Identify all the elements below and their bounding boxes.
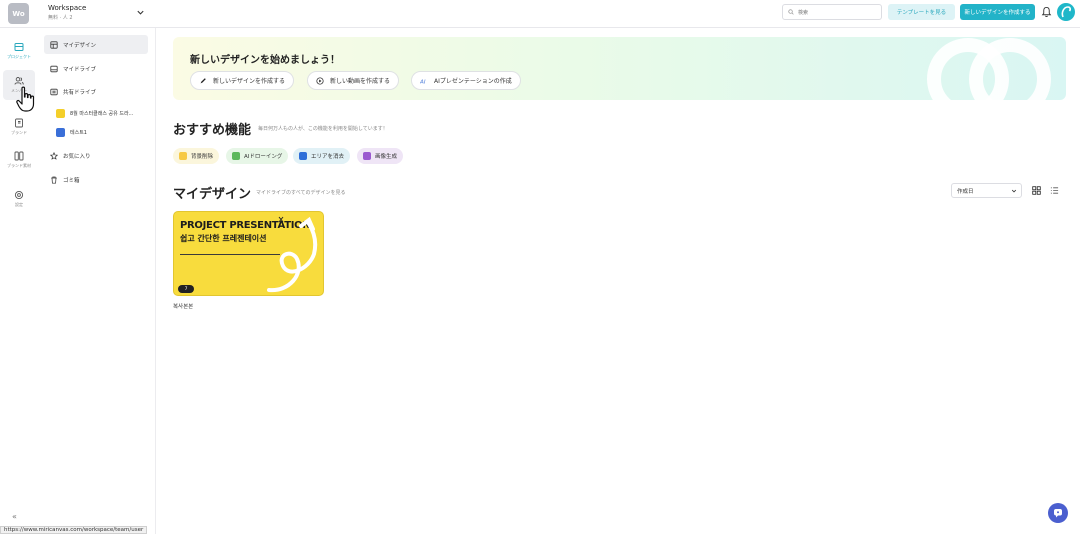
hero-title: 新しいデザインを始めましょう！ (190, 55, 340, 66)
image-generation-icon (363, 152, 371, 160)
bell-icon[interactable] (1041, 6, 1052, 18)
members-icon (14, 77, 24, 85)
workspace-avatar[interactable]: Wo (8, 3, 29, 24)
rail-label: ブランド (11, 130, 27, 135)
top-bar: Wo Workspace 無料 · 人 2 テンプレートを見る 新しいデザインを… (0, 0, 1080, 28)
chip-image-generation[interactable]: 画像生成 (357, 148, 404, 164)
sort-select[interactable]: 作成日 (951, 183, 1022, 198)
shared-drive-label: 8월 마스터클래스 공유 드라... (70, 110, 134, 117)
new-video-button[interactable]: 新しい動画を作成する (307, 71, 400, 90)
chip-label: 背景削除 (191, 154, 214, 160)
list-view-icon[interactable] (1050, 186, 1059, 195)
collapse-sidebar-button[interactable]: « (12, 512, 17, 521)
chip-label: 画像生成 (375, 154, 398, 160)
recommended-subtitle: 毎日何万人もの人が、この機能を利用を開始しています！ (258, 126, 388, 132)
help-button[interactable] (1048, 503, 1068, 523)
hero-banner: 新しいデザインを始めましょう！ 新しいデザインを作成する 新しい動画を作成する … (173, 37, 1066, 100)
chip-label: AIドローイング (244, 154, 283, 160)
chip-ai-drawing[interactable]: AIドローイング (226, 148, 289, 164)
sidebar: マイデザイン マイドライブ 共有ドライブ 8월 마스터클래스 공유 드라... … (38, 28, 156, 534)
sidebar-item-trash[interactable]: ゴミ箱 (44, 170, 148, 189)
chip-background-remove[interactable]: 背景削除 (173, 148, 220, 164)
brand-assets-icon (14, 151, 24, 161)
hand-cursor-icon (16, 86, 35, 112)
sort-value: 作成日 (957, 188, 974, 195)
ai-drawing-icon (232, 152, 240, 160)
rail-item-brand[interactable]: ブランド (3, 112, 35, 142)
hero-decoration-icon (927, 38, 1051, 100)
shared-drive-icon (50, 88, 58, 95)
chip-erase-area[interactable]: エリアを消去 (293, 148, 351, 164)
card-subtitle: 쉽고 간단한 프레젠테이션 (180, 234, 267, 243)
sidebar-item-label: マイドライブ (63, 66, 97, 73)
page-count-badge: 7 (178, 285, 194, 293)
ai-icon: AI (420, 79, 426, 85)
ai-presentation-label: AIプレゼンテーションの作成 (434, 78, 512, 85)
card-name[interactable]: 복사본본 (173, 302, 193, 310)
settings-icon (14, 190, 24, 200)
star-icon (50, 151, 58, 160)
rail-label: 設定 (15, 202, 23, 207)
sidebar-item-label: お気に入り (63, 153, 91, 160)
workspace-plan: 無料 · 人 2 (48, 15, 73, 21)
create-design-button[interactable]: 新しいデザインを作成する (960, 4, 1035, 20)
chip-label: エリアを消去 (311, 154, 345, 160)
play-icon (316, 76, 324, 85)
workspace-name[interactable]: Workspace (48, 4, 86, 12)
svg-text:AI: AI (420, 79, 426, 85)
new-design-label: 新しいデザインを作成する (213, 78, 286, 85)
grid-view-icon[interactable] (1032, 186, 1041, 195)
sidebar-item-my-designs[interactable]: マイデザイン (44, 35, 148, 54)
shared-drive-item[interactable]: 8월 마스터클래스 공유 드라... (56, 106, 148, 120)
brand-icon (15, 118, 23, 128)
sidebar-item-favorites[interactable]: お気に入り (44, 146, 148, 165)
rail-item-projects[interactable]: プロジェクト (3, 36, 35, 66)
new-video-label: 新しい動画を作成する (330, 78, 391, 85)
design-card[interactable]: PROJECT PRESENTATION 쉽고 간단한 프레젠테이션 7 (173, 211, 324, 296)
sidebar-item-my-drive[interactable]: マイドライブ (44, 59, 148, 78)
rail-label: ブランド素材 (7, 163, 31, 168)
shared-drive-item[interactable]: 테스트1 (56, 125, 148, 139)
drive-color-icon (56, 108, 65, 118)
folder-icon (14, 43, 24, 51)
search-input[interactable] (798, 7, 878, 18)
rail-item-brand-assets[interactable]: ブランド素材 (3, 145, 35, 175)
search-icon (788, 9, 794, 15)
sidebar-item-shared-drive[interactable]: 共有ドライブ (44, 82, 148, 101)
chevron-down-icon (1011, 189, 1017, 193)
layout-icon (50, 40, 58, 49)
background-remove-icon (179, 152, 187, 160)
my-designs-title: マイデザイン (173, 187, 252, 202)
chat-icon (1054, 509, 1062, 518)
shared-drive-label: 테스트1 (70, 129, 87, 136)
my-designs-subtitle[interactable]: マイドライブのすべてのデザインを見る (256, 189, 345, 196)
status-url: https://www.miricanvas.com/workspace/tea… (0, 526, 148, 534)
drive-color-icon (56, 127, 65, 137)
rail-item-settings[interactable]: 設定 (3, 184, 35, 214)
new-design-button[interactable]: 新しいデザインを作成する (190, 71, 295, 90)
drive-icon (50, 65, 58, 72)
trash-icon (51, 176, 57, 184)
chevron-down-icon[interactable] (136, 8, 145, 17)
search-box[interactable] (782, 4, 882, 20)
sidebar-item-label: 共有ドライブ (63, 89, 97, 96)
pen-icon (200, 77, 206, 83)
user-avatar[interactable] (1057, 3, 1075, 21)
sidebar-item-label: ゴミ箱 (63, 177, 80, 184)
ai-presentation-button[interactable]: AI AIプレゼンテーションの作成 (411, 71, 521, 90)
rail-label: プロジェクト (7, 54, 31, 59)
sidebar-item-label: マイデザイン (63, 42, 97, 49)
swirl-arrow-icon (267, 216, 318, 293)
recommended-title: おすすめ機能 (173, 123, 252, 138)
view-templates-button[interactable]: テンプレートを見る (888, 4, 955, 20)
erase-area-icon (299, 152, 307, 160)
